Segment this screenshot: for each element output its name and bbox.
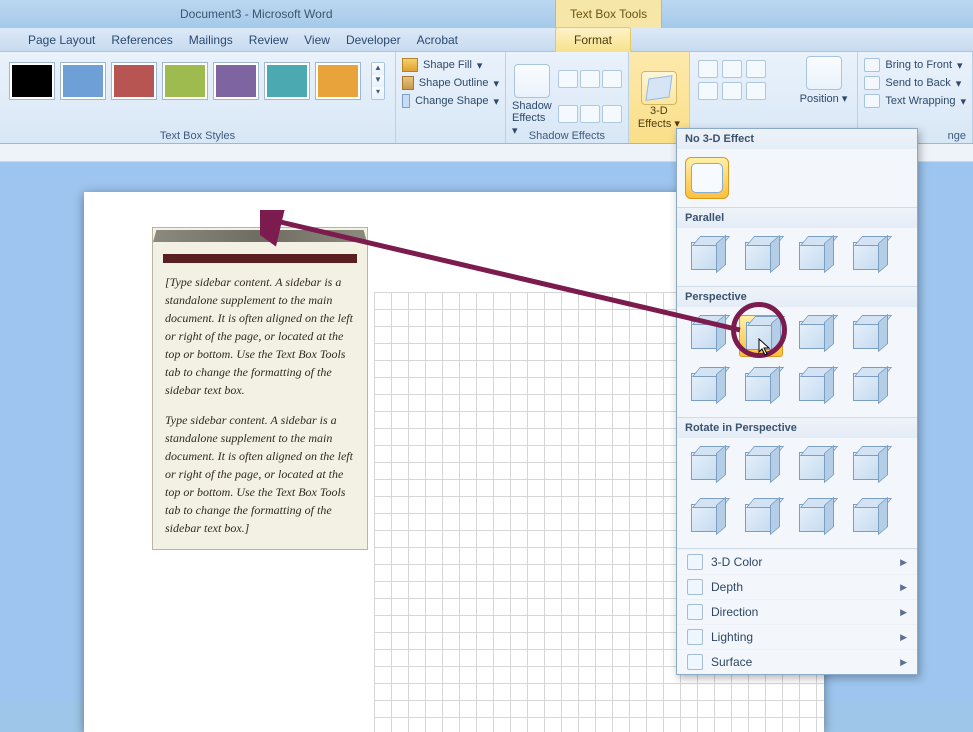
text-wrap-icon <box>864 94 880 108</box>
3d-option-perspective[interactable] <box>685 367 729 409</box>
style-gallery-scroll[interactable]: ▲▼▾ <box>371 62 385 100</box>
dd-heading-perspective: Perspective <box>677 287 917 307</box>
3d-option-perspective[interactable] <box>847 367 891 409</box>
3d-top-face <box>153 230 367 242</box>
tab-mailings[interactable]: Mailings <box>189 33 233 47</box>
3d-option-perspective[interactable] <box>847 315 891 357</box>
3d-submenu: 3-D Color▶ Depth▶ Direction▶ Lighting▶ S… <box>677 549 917 674</box>
3d-effects-dropdown: No 3-D Effect Parallel Perspective Rotat… <box>676 128 918 675</box>
pencil-icon <box>402 76 414 90</box>
shape-fill-button[interactable]: Shape Fill ▾ <box>402 56 499 74</box>
3d-option-parallel[interactable] <box>847 236 891 278</box>
send-to-back-button[interactable]: Send to Back ▾ <box>864 74 966 92</box>
menu-lighting[interactable]: Lighting▶ <box>677 624 917 649</box>
3d-option-rotate[interactable] <box>847 446 891 488</box>
group-label-shadow: Shadow Effects <box>506 130 628 142</box>
dd-heading-rotate: Rotate in Perspective <box>677 418 917 438</box>
style-swatch[interactable] <box>163 63 207 99</box>
menu-3d-color[interactable]: 3-D Color▶ <box>677 549 917 574</box>
title-bar: Document3 - Microsoft Word Text Box Tool… <box>0 0 973 28</box>
lighting-icon <box>687 629 703 645</box>
shape-outline-button[interactable]: Shape Outline ▾ <box>402 74 499 92</box>
pos-mini-icon[interactable] <box>746 82 766 100</box>
color-icon <box>687 554 703 570</box>
3d-option-rotate[interactable] <box>685 446 729 488</box>
menu-direction[interactable]: Direction▶ <box>677 599 917 624</box>
text-box-sidebar[interactable]: [Type sidebar content. A sidebar is a st… <box>152 227 368 550</box>
position-icon <box>806 56 842 90</box>
3d-option-parallel[interactable] <box>793 236 837 278</box>
group-shape-commands: Shape Fill ▾ Shape Outline ▾ Change Shap… <box>396 52 506 143</box>
send-back-icon <box>864 76 880 90</box>
shadow-nudge-grid[interactable] <box>558 62 622 137</box>
dd-heading-parallel: Parallel <box>677 208 917 228</box>
bring-to-front-button[interactable]: Bring to Front ▾ <box>864 56 966 74</box>
change-shape-button[interactable]: Change Shape ▾ <box>402 92 499 110</box>
tab-format[interactable]: Format <box>555 27 631 52</box>
ribbon-tabs: Page Layout References Mailings Review V… <box>0 28 973 52</box>
sidebar-accent-bar <box>163 254 357 263</box>
3d-option-rotate[interactable] <box>739 498 783 540</box>
tab-view[interactable]: View <box>304 33 330 47</box>
document-title: Document3 - Microsoft Word <box>180 7 333 21</box>
3d-option-rotate[interactable] <box>793 446 837 488</box>
change-shape-icon <box>402 94 410 108</box>
sidebar-paragraph[interactable]: [Type sidebar content. A sidebar is a st… <box>153 273 367 411</box>
pos-mini-icon[interactable] <box>746 60 766 78</box>
depth-icon <box>687 579 703 595</box>
3d-option-rotate[interactable] <box>685 498 729 540</box>
tab-page-layout[interactable]: Page Layout <box>28 33 95 47</box>
bring-front-icon <box>864 58 880 72</box>
position-button[interactable]: Position ▾ <box>800 54 848 105</box>
cube-icon <box>641 71 677 105</box>
3d-option-rotate[interactable] <box>739 446 783 488</box>
sidebar-paragraph[interactable]: Type sidebar content. A sidebar is a sta… <box>153 411 367 549</box>
3d-option-none[interactable] <box>685 157 729 199</box>
surface-icon <box>687 654 703 670</box>
3d-option-perspective[interactable] <box>685 315 729 357</box>
paint-bucket-icon <box>402 58 418 72</box>
pos-mini-icon[interactable] <box>722 82 742 100</box>
3d-option-rotate[interactable] <box>847 498 891 540</box>
3d-option-perspective-hover[interactable] <box>739 315 783 357</box>
3d-option-parallel[interactable] <box>685 236 729 278</box>
3d-option-perspective[interactable] <box>793 315 837 357</box>
direction-icon <box>687 604 703 620</box>
tab-review[interactable]: Review <box>249 33 288 47</box>
tab-developer[interactable]: Developer <box>346 33 401 47</box>
group-shadow-effects: Shadow Effects ▾ Shadow Effects <box>506 52 629 143</box>
group-label-styles: Text Box Styles <box>0 130 395 142</box>
3d-option-rotate[interactable] <box>793 498 837 540</box>
style-swatch[interactable] <box>10 63 54 99</box>
style-swatch[interactable] <box>265 63 309 99</box>
3d-option-perspective[interactable] <box>739 367 783 409</box>
menu-depth[interactable]: Depth▶ <box>677 574 917 599</box>
style-swatches: ▲▼▾ <box>6 56 389 106</box>
style-swatch[interactable] <box>214 63 258 99</box>
text-wrapping-button[interactable]: Text Wrapping ▾ <box>864 92 966 110</box>
style-swatch[interactable] <box>112 63 156 99</box>
dd-heading-no-effect: No 3-D Effect <box>677 129 917 149</box>
style-swatch[interactable] <box>61 63 105 99</box>
contextual-tab-title: Text Box Tools <box>555 0 662 28</box>
menu-surface[interactable]: Surface▶ <box>677 649 917 674</box>
tab-references[interactable]: References <box>111 33 172 47</box>
style-swatch[interactable] <box>316 63 360 99</box>
group-text-box-styles: ▲▼▾ Text Box Styles <box>0 52 396 143</box>
pos-mini-icon[interactable] <box>698 60 718 78</box>
3d-option-perspective[interactable] <box>793 367 837 409</box>
tab-acrobat[interactable]: Acrobat <box>417 33 458 47</box>
3d-effects-button[interactable]: 3-D Effects ▾ <box>635 69 683 130</box>
shadow-icon <box>514 64 550 98</box>
3d-option-parallel[interactable] <box>739 236 783 278</box>
shadow-effects-button[interactable]: Shadow Effects ▾ <box>512 62 552 137</box>
pos-mini-icon[interactable] <box>698 82 718 100</box>
pos-mini-icon[interactable] <box>722 60 742 78</box>
